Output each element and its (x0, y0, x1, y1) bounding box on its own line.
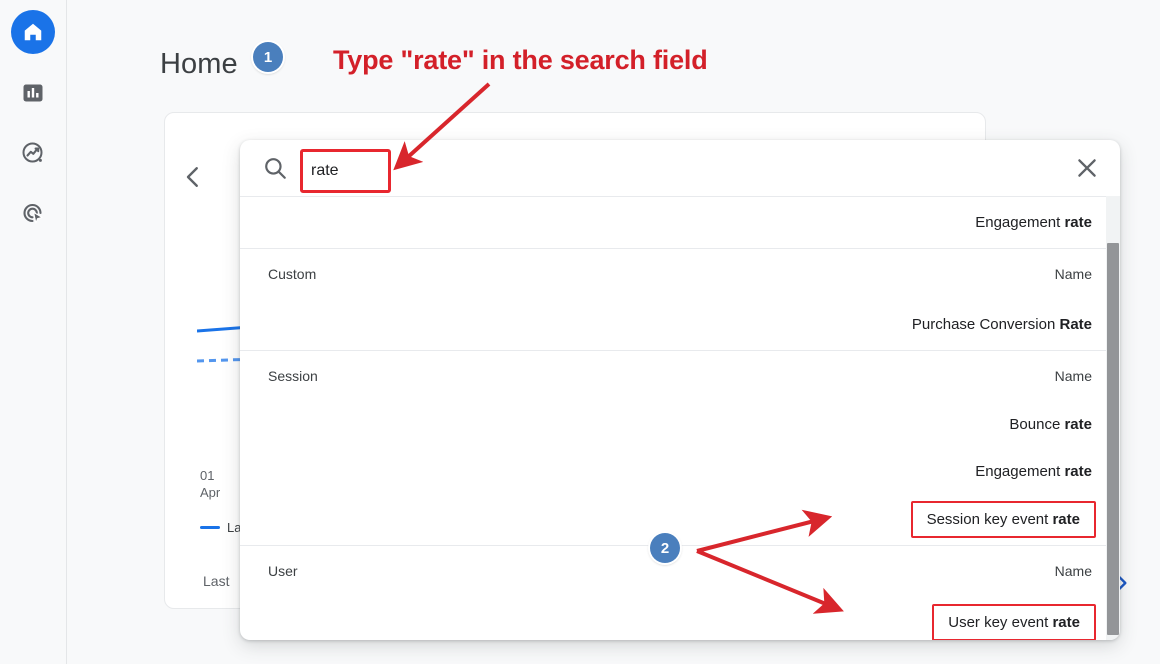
result-item-session-key-event-rate[interactable]: Session key event rate (240, 494, 1120, 545)
search-overlay-panel: Engagement rate Custom Name Purchase Con… (240, 140, 1120, 640)
section-label: User (268, 562, 298, 579)
chart-footer-note: Last (203, 573, 230, 589)
chart-legend: La (200, 520, 241, 535)
search-input[interactable] (303, 162, 388, 180)
result-item-engagement-rate-session[interactable]: Engagement rate (240, 448, 1120, 494)
search-icon (265, 158, 286, 179)
result-item-bounce-rate[interactable]: Bounce rate (240, 400, 1120, 448)
page-title: Home (160, 48, 238, 80)
advertising-icon (23, 203, 43, 224)
section-column-name: Name (1054, 367, 1092, 384)
result-item-engagement-rate-top[interactable]: Engagement rate (240, 196, 1120, 248)
section-label: Custom (268, 265, 317, 282)
result-label: Purchase Conversion Rate (911, 315, 1092, 333)
sidebar-item-advertising[interactable] (11, 191, 55, 235)
section-column-name: Name (1054, 562, 1092, 579)
result-label-highlighted: Session key event rate (910, 501, 1096, 538)
reports-icon (23, 84, 43, 102)
explore-icon (22, 142, 43, 163)
section-header-session: Session Name (240, 351, 1120, 400)
search-results-list: Engagement rate Custom Name Purchase Con… (240, 196, 1120, 640)
annotation-badge-1: 1 (253, 42, 283, 72)
result-label: Engagement rate (975, 213, 1092, 231)
annotation-badge-2: 2 (650, 533, 680, 563)
search-input-highlight (300, 149, 391, 193)
result-label: Bounce rate (1009, 415, 1092, 433)
section-header-user: User Name (240, 546, 1120, 595)
home-icon (24, 23, 42, 41)
close-icon[interactable] (1074, 155, 1100, 181)
results-scrollbar-thumb[interactable] (1107, 243, 1119, 635)
result-item-purchase-conversion-rate[interactable]: Purchase Conversion Rate (240, 298, 1120, 350)
result-label: Engagement rate (975, 462, 1092, 480)
back-chevron-icon[interactable] (178, 162, 208, 192)
chart-x-axis-tick: 01 Apr (200, 468, 221, 500)
legend-swatch (200, 526, 220, 529)
result-item-user-key-event-rate[interactable]: User key event rate (240, 595, 1120, 640)
section-label: Session (268, 367, 318, 384)
section-column-name: Name (1054, 265, 1092, 282)
result-label-highlighted: User key event rate (932, 603, 1096, 640)
annotation-text: Type "rate" in the search field (333, 45, 708, 75)
sidebar-item-reports[interactable] (11, 71, 55, 115)
section-header-custom: Custom Name (240, 249, 1120, 298)
sidebar-item-explore[interactable] (11, 131, 55, 175)
search-bar (240, 140, 1120, 197)
sidebar-item-home[interactable] (11, 10, 55, 54)
left-nav-rail (0, 0, 67, 664)
